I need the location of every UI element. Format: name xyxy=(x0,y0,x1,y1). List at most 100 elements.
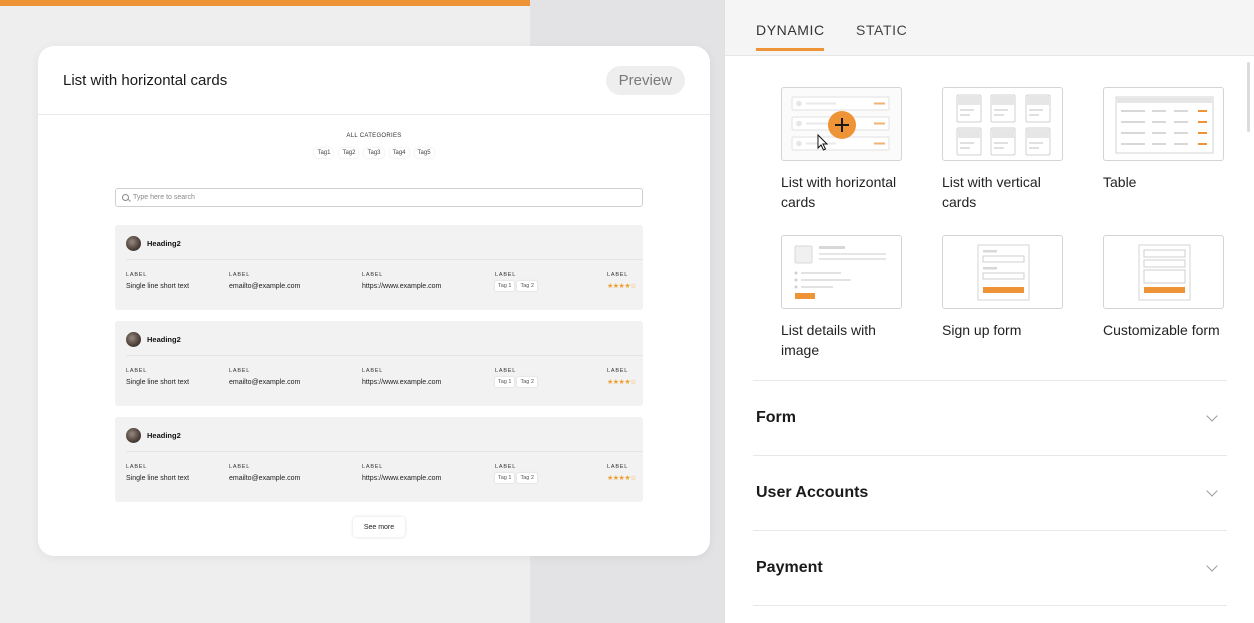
template-label: Sign up form xyxy=(942,322,1022,338)
field-value: Single line short text xyxy=(126,283,190,290)
field-label: LABEL xyxy=(607,464,629,470)
category-tags: Tag1 Tag2 Tag3 Tag4 Tag5 xyxy=(38,148,710,158)
search-input[interactable]: Type here to search xyxy=(115,188,643,207)
tab-bar: DYNAMIC STATIC xyxy=(725,0,1254,56)
search-icon xyxy=(122,194,129,201)
field-label: LABEL xyxy=(495,272,517,278)
divider xyxy=(126,355,643,356)
chevron-down-icon[interactable] xyxy=(1206,560,1218,572)
preview-button[interactable]: Preview xyxy=(605,65,685,95)
field-value[interactable]: https://www.example.com xyxy=(362,475,441,482)
section-form[interactable]: Form xyxy=(753,380,1227,455)
avatar xyxy=(126,236,141,251)
list-item[interactable]: Heading2 LABEL Single line short text LA… xyxy=(115,321,643,406)
category-tag[interactable]: Tag1 xyxy=(314,148,334,158)
accent-top-bar xyxy=(0,0,530,6)
preview-header: List with horizontal cards Preview xyxy=(38,46,710,115)
signup-form-thumb[interactable] xyxy=(942,235,1063,309)
categories-title: ALL CATEGORIES xyxy=(346,133,402,139)
field-url: LABEL https://www.example.com xyxy=(362,464,441,482)
template-list-details[interactable]: List details with image xyxy=(781,235,902,360)
horizontal-cards-thumb[interactable] xyxy=(781,87,902,161)
field-label: LABEL xyxy=(229,368,251,374)
field-value[interactable]: emailto@example.com xyxy=(229,379,300,386)
field-tags: LABEL Tag 1 Tag 2 xyxy=(495,368,537,387)
template-label: List with horizontal cards xyxy=(781,174,897,210)
field-rating: LABEL ★★★★☆ xyxy=(607,464,636,482)
list-item[interactable]: Heading2 LABEL Single line short text LA… xyxy=(115,225,643,310)
category-tag[interactable]: Tag5 xyxy=(414,148,434,158)
field-value[interactable]: emailto@example.com xyxy=(229,475,300,482)
field-label: LABEL xyxy=(362,272,384,278)
field-value: Single line short text xyxy=(126,475,190,482)
field-url: LABEL https://www.example.com xyxy=(362,272,441,290)
template-vertical-cards[interactable]: List with vertical cards xyxy=(942,87,1063,212)
divider xyxy=(126,451,643,452)
field-label: LABEL xyxy=(607,368,629,374)
list-details-thumb[interactable] xyxy=(781,235,902,309)
section-payment[interactable]: Payment xyxy=(753,530,1227,605)
template-label: Table xyxy=(1103,174,1137,190)
field-label: LABEL xyxy=(229,464,251,470)
tab-static[interactable]: STATIC xyxy=(856,22,907,38)
field-value[interactable]: https://www.example.com xyxy=(362,283,441,290)
chevron-down-icon[interactable] xyxy=(1206,410,1218,422)
field-rating: LABEL ★★★★☆ xyxy=(607,368,636,386)
field-label: LABEL xyxy=(126,464,148,470)
card-header: Heading2 xyxy=(126,332,181,347)
category-tag[interactable]: Tag2 xyxy=(339,148,359,158)
tag-chip: Tag 2 xyxy=(517,377,537,387)
divider xyxy=(126,259,643,260)
field-text: LABEL Single line short text xyxy=(126,368,189,386)
field-value[interactable]: emailto@example.com xyxy=(229,283,300,290)
avatar xyxy=(126,332,141,347)
active-tab-indicator xyxy=(756,48,824,51)
template-label: Customizable form xyxy=(1103,322,1220,338)
section-title: Payment xyxy=(756,559,823,576)
vertical-cards-thumb[interactable] xyxy=(942,87,1063,161)
field-value[interactable]: https://www.example.com xyxy=(362,379,441,386)
template-horizontal-cards[interactable]: List with horizontal cards xyxy=(781,87,902,212)
section-title: User Accounts xyxy=(756,484,869,501)
template-table[interactable]: Table xyxy=(1103,87,1224,192)
preview-body: ALL CATEGORIES Tag1 Tag2 Tag3 Tag4 Tag5 … xyxy=(38,115,710,555)
field-label: LABEL xyxy=(362,464,384,470)
field-label: LABEL xyxy=(362,368,384,374)
field-label: LABEL xyxy=(126,368,148,374)
preview-title: List with horizontal cards xyxy=(63,71,228,89)
table-thumb[interactable] xyxy=(1103,87,1224,161)
chevron-down-icon[interactable] xyxy=(1206,485,1218,497)
field-rating: LABEL ★★★★☆ xyxy=(607,272,636,290)
template-custom-form[interactable]: Customizable form xyxy=(1103,235,1224,340)
field-label: LABEL xyxy=(495,464,517,470)
template-preview-card: List with horizontal cards Preview ALL C… xyxy=(38,46,710,556)
template-signup-form[interactable]: Sign up form xyxy=(942,235,1063,340)
card-heading: Heading2 xyxy=(147,335,181,344)
card-heading: Heading2 xyxy=(147,431,181,440)
category-tag[interactable]: Tag3 xyxy=(364,148,384,158)
tag-chip: Tag 2 xyxy=(517,281,537,291)
section-user-accounts[interactable]: User Accounts xyxy=(753,455,1227,530)
field-value: Single line short text xyxy=(126,379,190,386)
field-tags: LABEL Tag 1 Tag 2 xyxy=(495,464,537,483)
custom-form-thumb[interactable] xyxy=(1103,235,1224,309)
field-text: LABEL Single line short text xyxy=(126,272,189,290)
see-more-button[interactable]: See more xyxy=(353,517,405,537)
field-label: LABEL xyxy=(229,272,251,278)
star-rating-icon: ★★★★☆ xyxy=(607,283,636,290)
field-url: LABEL https://www.example.com xyxy=(362,368,441,386)
field-email: LABEL emailto@example.com xyxy=(229,464,300,482)
tag-chip: Tag 1 xyxy=(495,377,515,387)
scrollbar[interactable] xyxy=(1247,62,1250,132)
field-tags: LABEL Tag 1 Tag 2 xyxy=(495,272,537,291)
card-header: Heading2 xyxy=(126,428,181,443)
star-rating-icon: ★★★★☆ xyxy=(607,379,636,386)
field-email: LABEL emailto@example.com xyxy=(229,368,300,386)
category-tag[interactable]: Tag4 xyxy=(389,148,409,158)
tab-dynamic[interactable]: DYNAMIC xyxy=(756,22,825,38)
field-label: LABEL xyxy=(495,368,517,374)
tag-chip: Tag 2 xyxy=(517,473,537,483)
template-label: List details with image xyxy=(781,322,876,358)
tag-chip: Tag 1 xyxy=(495,281,515,291)
list-item[interactable]: Heading2 LABEL Single line short text LA… xyxy=(115,417,643,502)
